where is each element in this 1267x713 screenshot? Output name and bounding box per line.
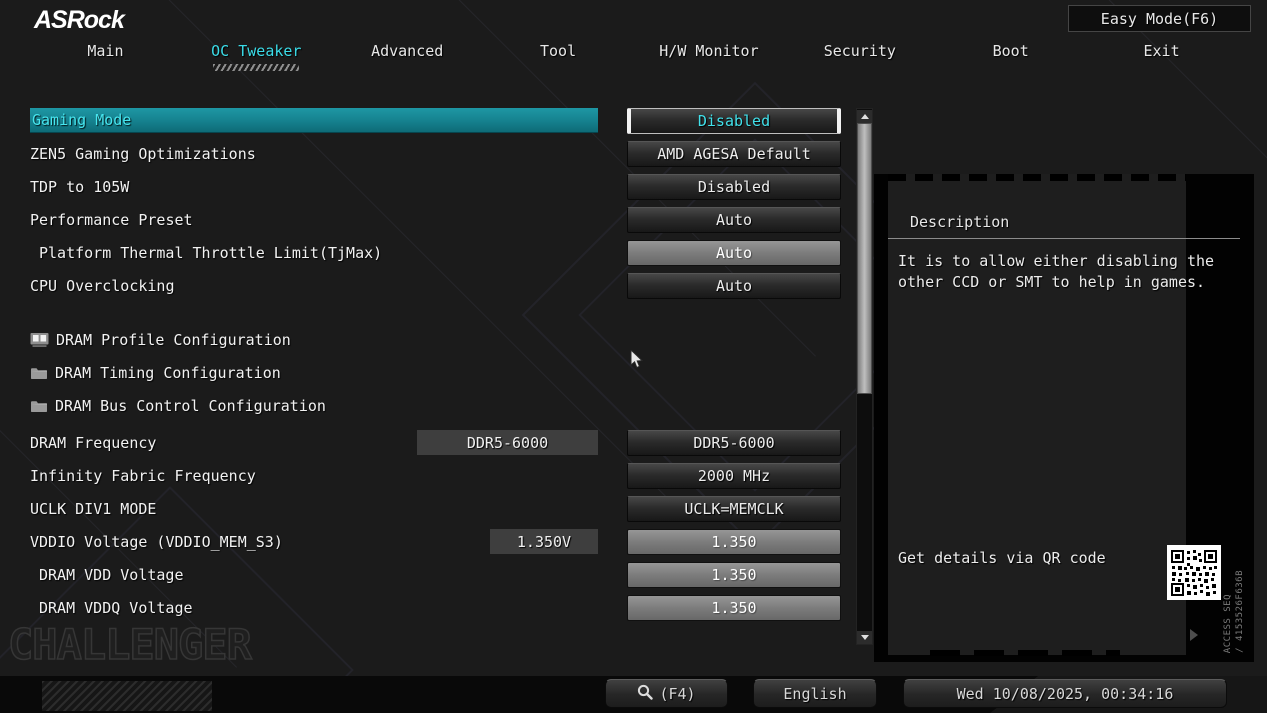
control-zen5-gaming-optimizations[interactable]: AMD AGESA Default: [627, 141, 841, 167]
setting-label: Performance Preset: [30, 211, 193, 229]
setting-label: DRAM VDDQ Voltage: [30, 599, 193, 617]
setting-row-tdp-105w[interactable]: TDP to 105W: [30, 174, 598, 199]
setting-label: Gaming Mode: [30, 111, 131, 129]
tab-main[interactable]: Main: [30, 38, 181, 72]
dram-frequency-current-value: DDR5-6000: [417, 430, 598, 455]
setting-label: DRAM VDD Voltage: [30, 566, 184, 584]
panel-dashed-edge: [888, 174, 1186, 181]
panel-dashed-edge: [930, 650, 1120, 656]
datetime-button[interactable]: Wed 10/08/2025, 00:34:16: [903, 679, 1227, 708]
setting-row-zen5-gaming-optimizations[interactable]: ZEN5 Gaming Optimizations: [30, 141, 598, 166]
description-text: It is to allow either disabling the othe…: [898, 251, 1216, 293]
vddio-voltage-current-value: 1.350V: [490, 529, 598, 554]
dram-profile-icon: [30, 332, 49, 347]
description-title: Description: [910, 213, 1009, 231]
setting-label: DRAM Bus Control Configuration: [55, 397, 326, 415]
menu-tab-bar: Main OC Tweaker Advanced Tool H/W Monito…: [30, 38, 1237, 72]
control-dram-vddq-voltage[interactable]: 1.350: [627, 595, 841, 621]
scrollbar-thumb[interactable]: [857, 123, 872, 394]
control-dram-vdd-voltage[interactable]: 1.350: [627, 562, 841, 588]
scrollbar-up-button[interactable]: [857, 110, 872, 123]
setting-row-dram-vdd-voltage[interactable]: DRAM VDD Voltage: [30, 562, 598, 587]
setting-label: DRAM Profile Configuration: [56, 331, 291, 349]
easy-mode-button[interactable]: Easy Mode(F6): [1068, 5, 1251, 32]
asrock-logo: ASRock: [34, 6, 124, 35]
setting-row-infinity-fabric-frequency[interactable]: Infinity Fabric Frequency: [30, 463, 598, 488]
control-performance-preset[interactable]: Auto: [627, 207, 841, 233]
setting-label: DRAM Frequency: [30, 434, 156, 452]
tab-oc-tweaker[interactable]: OC Tweaker: [181, 38, 332, 72]
tab-boot[interactable]: Boot: [935, 38, 1086, 72]
tab-tool[interactable]: Tool: [483, 38, 634, 72]
tab-exit[interactable]: Exit: [1086, 38, 1237, 72]
description-panel: [888, 174, 1186, 655]
setting-label: DRAM Timing Configuration: [55, 364, 281, 382]
folder-icon: [30, 399, 48, 413]
setting-label: CPU Overclocking: [30, 277, 175, 295]
down-arrow-icon: [861, 635, 869, 640]
setting-row-dram-timing-configuration[interactable]: DRAM Timing Configuration: [30, 360, 598, 385]
search-button[interactable]: (F4): [605, 679, 728, 708]
tab-security[interactable]: Security: [784, 38, 935, 72]
bios-screen: ASRock Easy Mode(F6) Main OC Tweaker Adv…: [0, 0, 1267, 713]
qr-caption: Get details via QR code: [898, 549, 1106, 567]
setting-row-gaming-mode[interactable]: Gaming Mode: [30, 108, 598, 133]
control-uclk-div1-mode[interactable]: UCLK=MEMCLK: [627, 496, 841, 522]
control-tdp-105w[interactable]: Disabled: [627, 174, 841, 200]
description-separator: [888, 238, 1240, 239]
control-dram-frequency[interactable]: DDR5-6000: [627, 430, 841, 456]
setting-row-dram-bus-control-configuration[interactable]: DRAM Bus Control Configuration: [30, 393, 598, 418]
play-arrow-icon: [1190, 629, 1198, 641]
setting-label: TDP to 105W: [30, 178, 129, 196]
control-tjmax[interactable]: Auto: [627, 240, 841, 266]
setting-label: Platform Thermal Throttle Limit(TjMax): [30, 244, 382, 262]
search-icon: [637, 684, 653, 704]
setting-row-uclk-div1-mode[interactable]: UCLK DIV1 MODE: [30, 496, 598, 521]
setting-row-dram-profile-configuration[interactable]: DRAM Profile Configuration: [30, 327, 598, 352]
search-hotkey-label: (F4): [659, 685, 695, 703]
setting-label: VDDIO Voltage (VDDIO_MEM_S3): [30, 533, 283, 551]
scrollbar-down-button[interactable]: [857, 631, 872, 644]
setting-row-performance-preset[interactable]: Performance Preset: [30, 207, 598, 232]
tab-hw-monitor[interactable]: H/W Monitor: [634, 38, 785, 72]
control-cpu-overclocking[interactable]: Auto: [627, 273, 841, 299]
control-infinity-fabric-frequency[interactable]: 2000 MHz: [627, 463, 841, 489]
setting-label: ZEN5 Gaming Optimizations: [30, 145, 256, 163]
setting-row-dram-frequency[interactable]: DRAM Frequency DDR5-6000: [30, 430, 598, 455]
up-arrow-icon: [861, 114, 869, 119]
active-tab-underline: [213, 64, 299, 71]
language-button[interactable]: English: [753, 679, 877, 708]
setting-label: Infinity Fabric Frequency: [30, 467, 256, 485]
control-gaming-mode[interactable]: Disabled: [627, 108, 841, 134]
access-seq-label: ACCESS SEQ / 4153526F636B: [1222, 543, 1246, 653]
hatched-decoration: [42, 681, 212, 711]
qr-code: [1167, 545, 1221, 600]
setting-row-vddio-voltage[interactable]: VDDIO Voltage (VDDIO_MEM_S3) 1.350V: [30, 529, 598, 554]
mouse-cursor: [630, 350, 644, 374]
challenger-watermark: CHALLENGER: [8, 620, 251, 669]
tab-advanced[interactable]: Advanced: [332, 38, 483, 72]
setting-label: UCLK DIV1 MODE: [30, 500, 156, 518]
setting-row-tjmax[interactable]: Platform Thermal Throttle Limit(TjMax): [30, 240, 598, 265]
control-vddio-voltage[interactable]: 1.350: [627, 529, 841, 555]
folder-icon: [30, 366, 48, 380]
setting-row-cpu-overclocking[interactable]: CPU Overclocking: [30, 273, 598, 298]
setting-row-dram-vddq-voltage[interactable]: DRAM VDDQ Voltage: [30, 595, 598, 620]
